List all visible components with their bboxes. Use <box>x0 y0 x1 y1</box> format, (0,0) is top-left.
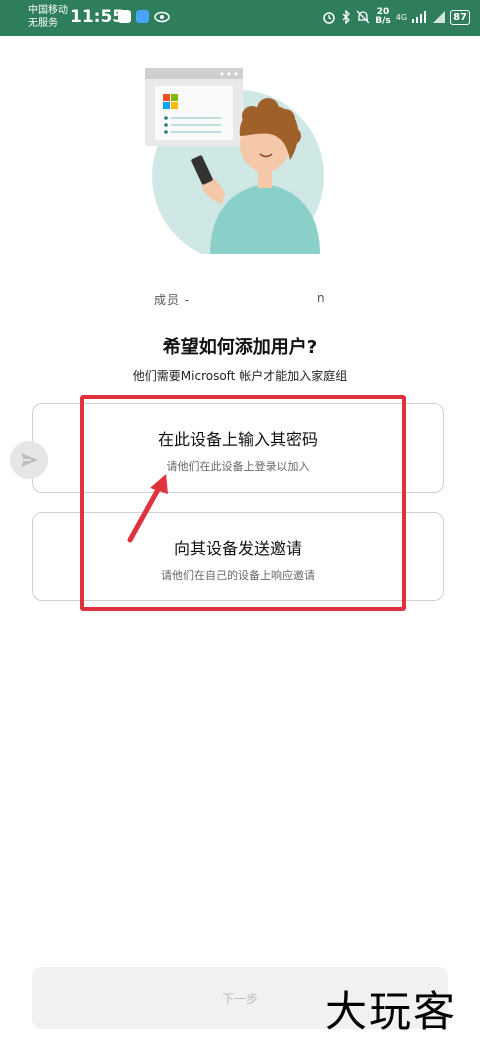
mute-icon <box>356 10 370 24</box>
watermark: 大玩客 <box>325 987 458 1036</box>
arrow-annotation-icon <box>127 474 168 543</box>
member-label: 成员 - <box>154 293 191 307</box>
carrier-name: 中国移动 <box>28 5 68 16</box>
page-subtitle: 他们需要Microsoft 帐户才能加入家庭组 <box>132 369 348 383</box>
notification-icons <box>118 10 170 23</box>
battery-icon: 87 <box>450 9 470 25</box>
alarm-icon <box>323 12 336 24</box>
network-type: 4G <box>395 12 408 22</box>
network-speed-unit: B/s <box>375 16 391 26</box>
status-bar: 中国移动 无服务 11:55 20 B/s 4G 87 <box>0 0 480 36</box>
user-with-phone-illustration <box>145 68 324 254</box>
floating-share-button[interactable] <box>10 441 48 479</box>
carrier-info: 中国移动 无服务 <box>28 4 68 30</box>
signal-icon-2 <box>433 11 446 23</box>
bluetooth-icon <box>342 10 351 24</box>
send-icon <box>21 453 38 467</box>
weather-icon <box>136 10 149 23</box>
message-icon <box>118 10 131 23</box>
clock: 11:55 <box>70 7 125 27</box>
eye-icon <box>154 11 170 22</box>
system-icons: 20 B/s 4G 87 <box>322 8 470 26</box>
signal-icon <box>412 11 427 23</box>
service-status: 无服务 <box>28 18 58 29</box>
network-speed: 20 B/s <box>375 8 391 26</box>
member-email-masked: n <box>317 291 325 305</box>
page-title: 希望如何添加用户? <box>162 337 318 358</box>
